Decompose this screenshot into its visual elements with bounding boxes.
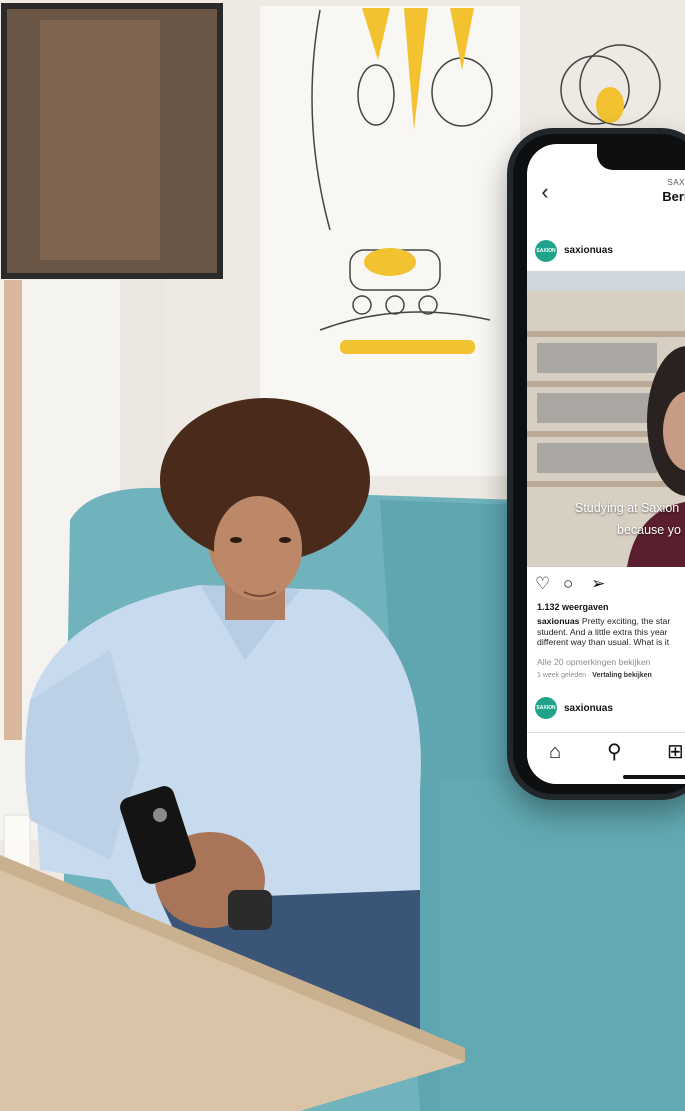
view-count: 1.132 weergaven [537,602,609,612]
home-icon[interactable]: ⌂ [549,741,561,763]
post-actions: ♡ ○ ➢ [535,574,635,594]
heart-icon[interactable]: ♡ [535,574,550,594]
post-caption: saxionuas Pretty exciting, the star stud… [537,616,685,648]
video-subtitle-line2: because yo [617,523,681,537]
next-post-author-row[interactable]: SAXION saxionuas [527,697,685,723]
share-icon[interactable]: ➢ [591,574,605,594]
translate-link[interactable]: Vertaling bekijken [592,672,652,679]
right-eye [279,537,291,543]
meta-separator: · [588,672,591,679]
post-timestamp: 1 week geleden [537,672,587,679]
avatar[interactable]: SAXION [535,240,557,262]
post-meta: 1 week geleden · Vertaling bekijken [537,672,652,679]
phone-notch [597,144,685,170]
new-post-icon[interactable]: ⊞ [667,741,684,763]
caption-username[interactable]: saxionuas [537,616,580,626]
caption-line-2: student. And a little extra this year [537,626,668,637]
caption-line-1: Pretty exciting, the star [581,616,671,626]
tv-reflection [40,20,160,260]
header-title: Bericht [662,189,685,204]
left-eye [230,537,242,543]
wristwatch [228,890,272,930]
caption-line-3: different way than usual. What is it [537,637,670,647]
photo-scene: ‹ SAXIONU Bericht SAXION saxionuas [0,0,685,1111]
view-all-comments-link[interactable]: Alle 20 opmerkingen bekijken [537,657,651,667]
held-phone-logo [153,808,167,822]
phone-screen: ‹ SAXIONU Bericht SAXION saxionuas [527,144,685,784]
chevron-left-icon[interactable]: ‹ [535,180,555,204]
next-post-username[interactable]: saxionuas [564,703,613,714]
post-username[interactable]: saxionuas [564,245,613,256]
post-video[interactable]: Studying at Saxion because yo [527,271,685,567]
window-frame [4,280,22,740]
face-front [214,496,302,600]
building-windows [537,343,657,473]
search-icon[interactable]: ⚲ [607,741,622,763]
avatar[interactable]: SAXION [535,697,557,719]
header-account-name: SAXIONU [667,178,685,187]
home-indicator [623,775,685,779]
sofa-seat-right [440,780,685,1111]
post-header-bar: ‹ SAXIONU Bericht [527,174,685,218]
video-subtitle-line1: Studying at Saxion [575,501,680,515]
bottom-navigation: ⌂ ⚲ ⊞ [527,732,685,784]
smartphone-mockup: ‹ SAXIONU Bericht SAXION saxionuas [507,128,685,800]
comment-icon[interactable]: ○ [563,574,573,594]
